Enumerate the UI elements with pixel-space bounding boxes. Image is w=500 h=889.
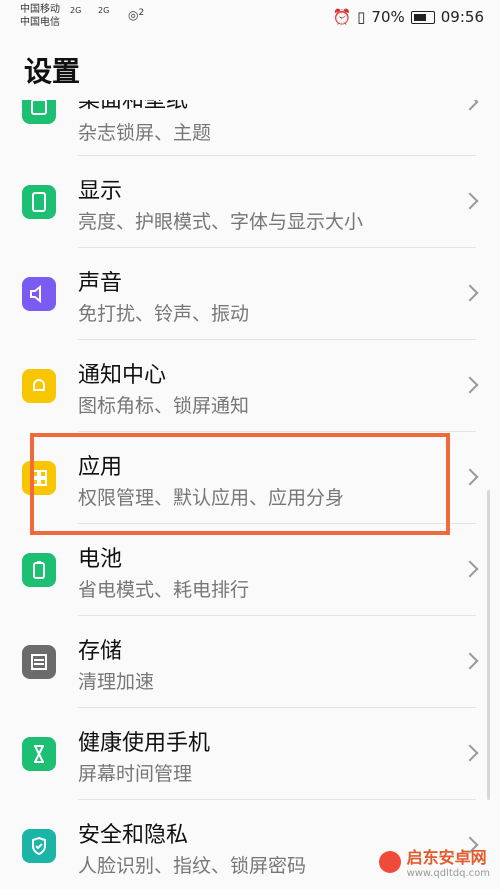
settings-item-subtitle: 图标角标、锁屏通知 [78, 395, 250, 417]
settings-item-sound[interactable]: 声音 免打扰、铃声、振动 [0, 247, 500, 339]
wifi-icon: ◎2 [128, 8, 145, 22]
settings-item-title: 电池 [78, 547, 123, 572]
settings-item-storage[interactable]: 存储 清理加速 [0, 615, 500, 707]
status-bar: 中国移动 中国电信 2G 2G ◎2 ⏰ ▯ 70% 09:56 [0, 0, 500, 36]
settings-item-title: 显示 [78, 179, 123, 204]
battery-icon [22, 553, 56, 587]
network-1: 2G [70, 6, 82, 15]
settings-item-subtitle: 屏幕时间管理 [78, 763, 193, 785]
chevron-right-icon [461, 468, 479, 486]
hourglass-icon [22, 737, 56, 771]
wallpaper-icon [22, 100, 56, 124]
storage-icon [22, 645, 56, 679]
wifi-label: 2 [138, 8, 145, 18]
display-icon [22, 185, 56, 219]
scrollbar[interactable] [487, 490, 490, 800]
battery-status-icon [410, 10, 435, 24]
alarm-icon: ⏰ [332, 8, 352, 26]
settings-item-subtitle: 清理加速 [78, 671, 155, 693]
network-2: 2G [98, 6, 110, 15]
settings-item-title: 通知中心 [78, 363, 167, 388]
chevron-right-icon [461, 560, 479, 578]
settings-item-title: 健康使用手机 [78, 731, 211, 756]
chevron-right-icon [461, 192, 479, 210]
settings-item-battery[interactable]: 电池 省电模式、耗电排行 [0, 523, 500, 615]
settings-item-title: 存储 [78, 639, 123, 664]
carrier-1: 中国移动 [20, 4, 60, 15]
settings-item-subtitle: 人脸识别、指纹、锁屏密码 [78, 855, 307, 877]
battery-percent: 70% [371, 8, 405, 26]
carrier-info: 中国移动 中国电信 [20, 3, 60, 29]
status-right: ⏰ ▯ 70% 09:56 [332, 8, 484, 26]
watermark-url: www.qdltdq.com [406, 868, 490, 879]
vibrate-icon: ▯ [357, 8, 366, 26]
watermark: 启东安卓网 www.qdltdq.com [378, 844, 490, 879]
bell-icon [22, 369, 56, 403]
settings-item-display[interactable]: 显示 亮度、护眼模式、字体与显示大小 [0, 155, 500, 247]
settings-item-title: 声音 [78, 271, 123, 296]
chevron-right-icon [461, 376, 479, 394]
shield-icon [22, 829, 56, 863]
page-title: 设置 [24, 55, 81, 88]
chevron-right-icon [461, 100, 479, 111]
settings-item-subtitle: 省电模式、耗电排行 [78, 579, 250, 601]
sound-icon [22, 277, 56, 311]
watermark-logo [378, 850, 401, 873]
settings-item-title: 桌面和壁纸 [78, 100, 189, 113]
chevron-right-icon [461, 744, 479, 762]
watermark-brand: 启东安卓网 [406, 848, 487, 867]
carrier-2: 中国电信 [20, 17, 60, 28]
settings-item-subtitle: 免打扰、铃声、振动 [78, 303, 250, 325]
settings-item-notifications[interactable]: 通知中心 图标角标、锁屏通知 [0, 339, 500, 431]
settings-item-digital-balance[interactable]: 健康使用手机 屏幕时间管理 [0, 707, 500, 799]
settings-item-subtitle: 杂志锁屏、主题 [78, 122, 212, 144]
chevron-right-icon [461, 284, 479, 302]
settings-item-subtitle: 亮度、护眼模式、字体与显示大小 [78, 211, 364, 233]
apps-highlight-box [30, 433, 450, 535]
time: 09:56 [440, 8, 484, 26]
chevron-right-icon [461, 652, 479, 670]
settings-item-title: 安全和隐私 [78, 823, 189, 848]
